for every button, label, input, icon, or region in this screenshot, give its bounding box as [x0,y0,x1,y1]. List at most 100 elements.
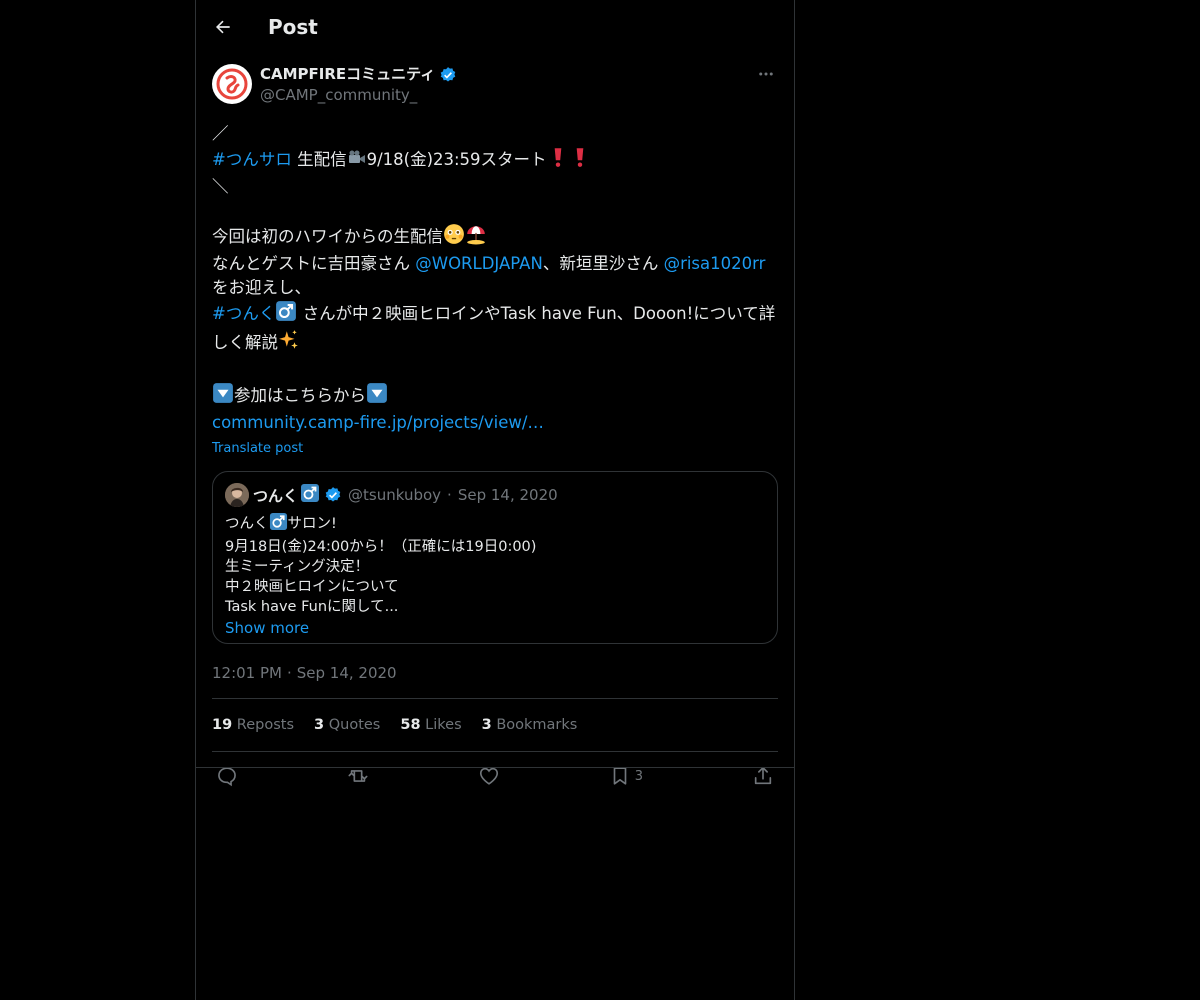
male-sign-emoji-icon [300,483,320,507]
bookmark-button[interactable]: 3 [609,765,643,787]
post-line: #つんく さんが中２映画ヒロインやTask have Fun、Dooon!につい… [212,300,778,329]
quoted-post-text: つんく サロン! 9月18日(金)24:00から！（正確には19日0:00) 生ミ… [225,512,765,639]
quotes-stat[interactable]: 3 Quotes [314,717,380,733]
translate-post-link[interactable]: Translate post [212,439,778,459]
post-line: ＼ [212,177,229,196]
post-text-segment: しく解説 [212,333,278,352]
flushed-face-emoji-icon [443,223,465,252]
post-text-segment: 参加はこちらから [234,386,366,405]
post-line: community.camp-fire.jp/projects/view/… [212,411,778,435]
likes-label: Likes [425,717,462,733]
verified-badge-icon [439,66,457,84]
page-title: Post [268,15,318,39]
separator-dot: · [286,664,292,682]
action-bar: 3 [212,752,778,800]
bookmarks-count: 3 [481,717,492,733]
post-timestamp[interactable]: 12:01 PM · Sep 14, 2020 [212,662,778,684]
male-sign-emoji-icon [275,300,297,329]
quoted-post[interactable]: つんく @tsunkuboy · Sep 14, 2020 つんく サロン! 9月… [212,471,778,644]
post-date[interactable]: Sep 14, 2020 [297,664,397,682]
post-text-segment: 今回は初のハワイからの生配信 [212,227,443,246]
share-icon [754,766,772,785]
more-icon [759,72,773,76]
main-column: Post CAMPFIREコミュニティ @CAMP_community_ ／ #… [195,0,795,1000]
post-text: ／ #つんサロ 生配信 9/18(金)23:59スタート ＼ 今回は初のハワイから… [212,122,778,435]
mention-link[interactable]: @risa1020rr [664,254,766,273]
back-button[interactable] [212,16,234,38]
post-line: なんとゲストに吉田豪さん @WORLDJAPAN、新垣里沙さん @risa102… [212,252,778,276]
down-arrow-emoji-icon [366,382,388,411]
quoted-line: 中２映画ヒロインについて [225,579,399,595]
author-name[interactable]: CAMPFIREコミュニティ [260,64,457,85]
show-more-link[interactable]: Show more [225,619,309,637]
repost-button[interactable] [347,765,369,787]
heavy-exclamation-emoji-icon [547,146,569,175]
quoted-line: つんく サロン! [225,512,765,537]
post-text-segment: 、新垣里沙さん [542,254,664,273]
down-arrow-emoji-icon [212,382,234,411]
video-camera-emoji-icon [347,148,367,175]
quotes-label: Quotes [328,717,381,733]
male-sign-emoji-icon [269,512,288,537]
reply-icon [218,767,236,787]
post-text-segment: さんが中２映画ヒロインやTask have Fun、Dooon!について詳 [297,304,776,323]
heavy-exclamation-emoji-icon [569,146,591,175]
separator-dot: · [447,486,452,504]
hashtag-link[interactable]: #つんサロ [212,150,292,169]
post-line: #つんサロ 生配信 9/18(金)23:59スタート [212,146,778,175]
author-name-label[interactable]: CAMPFIREコミュニティ [260,64,435,85]
quoted-author-name-label[interactable]: つんく [253,485,298,506]
quoted-line: Task have Funに関して... [225,599,399,615]
post-text-segment: 生配信 [291,150,347,169]
reposts-label: Reposts [236,717,295,733]
reposts-stat[interactable]: 19 Reposts [212,717,294,733]
likes-stat[interactable]: 58 Likes [400,717,461,733]
post-time[interactable]: 12:01 PM [212,664,282,682]
quoted-avatar[interactable] [225,483,249,507]
quoted-line: 生ミーティング決定！ [225,559,370,575]
engagement-stats: 19 Reposts 3 Quotes 58 Likes 3 Bookmarks [212,699,778,751]
more-options-button[interactable] [756,64,776,84]
quoted-line: 9月18日(金)24:00から！（正確には19日0:00) [225,539,537,555]
post-line: 参加はこちらから [212,382,778,411]
arrow-left-icon [216,20,230,34]
post-line: 今回は初のハワイからの生配信 [212,223,778,252]
post-text-segment: なんとゲストに吉田豪さん [212,254,416,273]
quoted-post-header: つんく @tsunkuboy · Sep 14, 2020 [225,483,765,507]
page-header: Post [196,0,794,54]
mention-link[interactable]: @WORLDJAPAN [415,254,543,273]
heart-icon [479,767,498,785]
campfire-logo-icon [216,68,248,100]
avatar[interactable] [212,64,252,104]
author-row: CAMPFIREコミュニティ @CAMP_community_ [212,64,778,106]
quoted-author-handle[interactable]: @tsunkuboy [348,486,441,504]
external-url-link[interactable]: community.camp-fire.jp/projects/view/… [212,413,544,432]
likes-count: 58 [400,717,421,733]
bookmark-count: 3 [634,768,644,784]
beach-umbrella-emoji-icon [465,223,487,252]
hashtag-link[interactable]: #つんく [212,304,275,323]
verified-badge-icon [324,486,342,504]
quoted-author-name[interactable]: つんく [253,483,342,507]
bookmarks-label: Bookmarks [496,717,578,733]
post: CAMPFIREコミュニティ @CAMP_community_ ／ #つんサロ … [196,64,794,800]
reply-button[interactable] [216,765,238,787]
post-line: しく解説 [212,329,778,358]
quoted-text-segment: サロン! [287,516,337,532]
bookmarks-stat[interactable]: 3 Bookmarks [482,717,578,733]
like-button[interactable] [478,765,500,787]
post-line: ／ [212,124,229,143]
reposts-count: 19 [212,717,233,733]
post-line: をお迎えし、 [212,278,311,297]
quoted-post-date[interactable]: Sep 14, 2020 [458,486,558,504]
quoted-text-segment: つんく [225,516,269,532]
bookmark-icon [613,767,627,785]
share-button[interactable] [752,765,774,787]
divider [196,767,794,768]
quotes-count: 3 [314,717,325,733]
post-text-segment: 9/18(金)23:59スタート [366,150,547,169]
author-handle[interactable]: @CAMP_community_ [260,85,457,106]
sparkles-emoji-icon [278,329,300,358]
